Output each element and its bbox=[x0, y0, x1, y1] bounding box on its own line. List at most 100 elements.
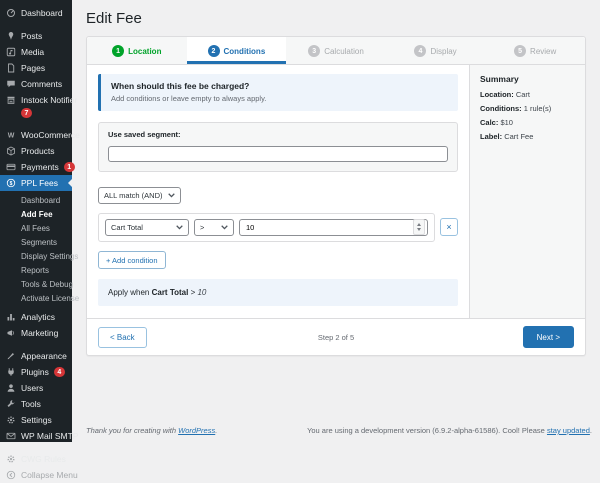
step-tab-location[interactable]: 1 Location bbox=[87, 37, 187, 64]
fee-wizard-card: 1 Location 2 Conditions 3 Calculation 4 … bbox=[86, 36, 586, 356]
collapse-arrow-icon bbox=[6, 470, 16, 480]
step-indicator: Step 2 of 5 bbox=[87, 333, 585, 342]
step-tab-display[interactable]: 4 Display bbox=[386, 37, 486, 64]
remove-condition-button[interactable]: × bbox=[440, 218, 458, 236]
match-type-value: ALL match (AND) bbox=[104, 191, 163, 200]
notification-badge: 7 bbox=[21, 108, 32, 118]
sidebar-item-cwg-rules[interactable]: CWG Rules bbox=[0, 451, 72, 467]
sidebar-item-appearance[interactable]: Appearance bbox=[0, 348, 72, 364]
dollar-circle-icon: $ bbox=[6, 178, 16, 188]
sidebar-item-settings[interactable]: Settings bbox=[0, 412, 72, 428]
summary-value: $10 bbox=[500, 118, 513, 127]
step-tab-review[interactable]: 5 Review bbox=[485, 37, 585, 64]
value-input[interactable] bbox=[246, 223, 413, 232]
summary-title: Summary bbox=[480, 74, 575, 84]
sidebar-item-pages[interactable]: Pages bbox=[0, 60, 72, 76]
footer-period: . bbox=[215, 426, 217, 435]
step-tab-conditions[interactable]: 2 Conditions bbox=[187, 37, 287, 64]
sidebar-item-users[interactable]: Users bbox=[0, 380, 72, 396]
step-tab-calculation[interactable]: 3 Calculation bbox=[286, 37, 386, 64]
storefront-icon bbox=[6, 95, 16, 105]
gear-icon bbox=[6, 415, 16, 425]
gear-icon bbox=[6, 454, 16, 464]
step-label: Calculation bbox=[324, 47, 364, 56]
footer-thanks-text: Thank you for creating with bbox=[86, 426, 176, 435]
info-banner-title: When should this fee be charged? bbox=[111, 81, 448, 91]
summary-label: Label: bbox=[480, 132, 502, 141]
mail-icon bbox=[6, 431, 16, 441]
step-number-badge: 5 bbox=[514, 45, 526, 57]
sidebar-item-analytics[interactable]: Analytics bbox=[0, 309, 72, 325]
submenu-item-add-fee[interactable]: Add Fee bbox=[0, 207, 72, 221]
sidebar-label: Dashboard bbox=[21, 9, 63, 18]
sidebar-label: Instock Notifier bbox=[21, 96, 77, 105]
condition-rule-panel: Cart Total > bbox=[98, 213, 435, 242]
step-label: Review bbox=[530, 47, 556, 56]
sidebar-item-plugins[interactable]: Plugins 4 bbox=[0, 364, 72, 380]
step-number-badge: 4 bbox=[414, 45, 426, 57]
chevron-down-icon bbox=[176, 225, 183, 230]
submenu-item-reports[interactable]: Reports bbox=[0, 263, 72, 277]
sidebar-item-collapse-menu[interactable]: Collapse Menu bbox=[0, 467, 72, 483]
value-input-wrap bbox=[239, 219, 428, 236]
field-select[interactable]: Cart Total bbox=[105, 219, 189, 236]
summary-value: Cart bbox=[516, 90, 530, 99]
apply-field: Cart Total bbox=[152, 288, 189, 297]
sidebar-label: Collapse Menu bbox=[21, 471, 78, 480]
add-condition-button[interactable]: + Add condition bbox=[98, 251, 166, 269]
sidebar-item-payments[interactable]: Payments 1 bbox=[0, 159, 72, 175]
footer-period: . bbox=[590, 426, 592, 435]
stay-updated-link[interactable]: stay updated bbox=[547, 426, 590, 435]
sidebar-item-marketing[interactable]: Marketing bbox=[0, 325, 72, 341]
footer-version: You are using a development version (6.9… bbox=[307, 426, 592, 435]
submenu-item-activate-license[interactable]: Activate License bbox=[0, 291, 72, 305]
sidebar-item-products[interactable]: Products bbox=[0, 143, 72, 159]
sidebar-item-tools[interactable]: Tools bbox=[0, 396, 72, 412]
apply-prefix: Apply when bbox=[108, 288, 149, 297]
sidebar-label: Settings bbox=[21, 416, 52, 425]
summary-row-label: Label: Cart Fee bbox=[480, 132, 575, 141]
submenu-item-tools-debug[interactable]: Tools & Debug bbox=[0, 277, 72, 291]
sidebar-label: Tools bbox=[21, 400, 41, 409]
match-type-select[interactable]: ALL match (AND) bbox=[98, 187, 181, 204]
sidebar-item-dashboard[interactable]: Dashboard bbox=[0, 5, 72, 21]
sidebar-label: Posts bbox=[21, 32, 42, 41]
wordpress-link[interactable]: WordPress bbox=[178, 426, 215, 435]
back-button[interactable]: < Back bbox=[98, 327, 147, 348]
apply-summary: Apply when Cart Total > 10 bbox=[98, 279, 458, 306]
sidebar-label: Products bbox=[21, 147, 55, 156]
submenu-item-segments[interactable]: Segments bbox=[0, 235, 72, 249]
operator-select[interactable]: > bbox=[194, 219, 234, 236]
brush-icon bbox=[6, 351, 16, 361]
next-button[interactable]: Next > bbox=[523, 326, 574, 348]
notification-badge: 4 bbox=[54, 367, 65, 377]
sidebar-label: Pages bbox=[21, 64, 45, 73]
submenu-item-display-settings[interactable]: Display Settings bbox=[0, 249, 72, 263]
sidebar-item-woocommerce[interactable]: W WooCommerce bbox=[0, 127, 72, 143]
svg-text:$: $ bbox=[10, 181, 13, 187]
sidebar-item-media[interactable]: Media bbox=[0, 44, 72, 60]
page-title: Edit Fee bbox=[86, 10, 586, 27]
sidebar-item-comments[interactable]: Comments bbox=[0, 76, 72, 92]
sidebar-label: PPL Fees bbox=[21, 179, 58, 188]
summary-row-conditions: Conditions: 1 rule(s) bbox=[480, 104, 575, 113]
submenu-item-all-fees[interactable]: All Fees bbox=[0, 221, 72, 235]
number-spinner[interactable] bbox=[413, 219, 425, 235]
step-label: Display bbox=[430, 47, 456, 56]
sidebar-item-ppl-fees[interactable]: $ PPL Fees bbox=[0, 175, 72, 191]
sidebar-item-instock-notifier[interactable]: Instock Notifier bbox=[0, 92, 72, 108]
dashboard-icon bbox=[6, 8, 16, 18]
sidebar-item-posts[interactable]: Posts bbox=[0, 28, 72, 44]
summary-panel: Summary Location: Cart Conditions: 1 rul… bbox=[469, 65, 585, 318]
info-banner-subtitle: Add conditions or leave empty to always … bbox=[111, 94, 448, 103]
info-banner: When should this fee be charged? Add con… bbox=[98, 74, 458, 111]
footer-thanks: Thank you for creating with WordPress. bbox=[86, 426, 217, 435]
condition-rule-row: Cart Total > × bbox=[98, 213, 458, 242]
pages-icon bbox=[6, 63, 16, 73]
summary-label: Calc: bbox=[480, 118, 498, 127]
user-icon bbox=[6, 383, 16, 393]
media-icon bbox=[6, 47, 16, 57]
segment-input[interactable] bbox=[108, 146, 448, 162]
submenu-item-dashboard[interactable]: Dashboard bbox=[0, 193, 72, 207]
summary-label: Conditions: bbox=[480, 104, 522, 113]
